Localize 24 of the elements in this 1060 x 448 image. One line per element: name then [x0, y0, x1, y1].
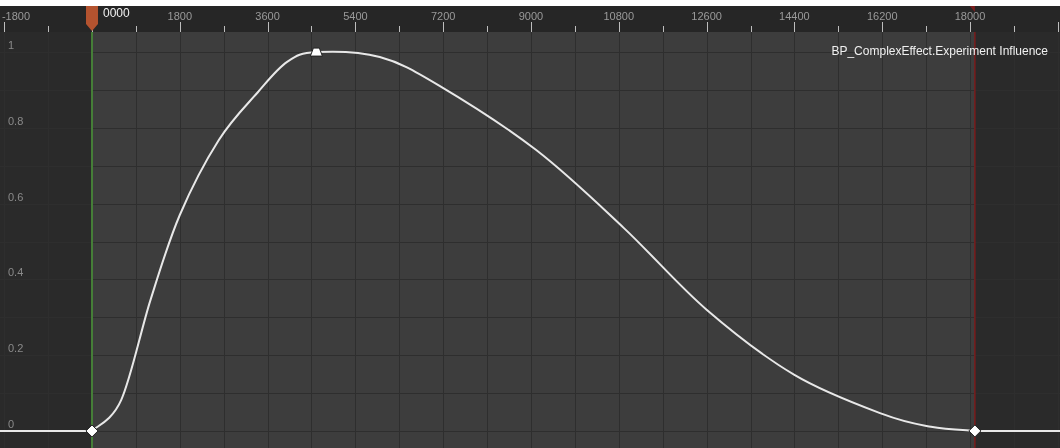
- keyframe-trapezoid-icon[interactable]: [309, 47, 323, 57]
- value-tick-label: 1: [8, 39, 15, 52]
- time-tick-label: 16200: [866, 10, 898, 22]
- time-tick-label: 10800: [603, 10, 635, 22]
- time-tick-label: 1800: [167, 10, 193, 22]
- time-tick-label: 5400: [343, 10, 368, 22]
- value-tick-label: 0.8: [8, 114, 24, 127]
- time-tick-label: -1800: [1, 10, 31, 22]
- value-tick-label: 0.2: [8, 342, 24, 355]
- keyframe-diamond-icon[interactable]: [968, 424, 982, 438]
- playhead-handle[interactable]: [86, 6, 98, 31]
- time-tick-label: 7200: [430, 10, 456, 22]
- value-tick-label: 0.6: [8, 190, 24, 203]
- value-tick-label: 0.4: [8, 266, 24, 279]
- time-tick-label: 14400: [779, 10, 810, 22]
- curve-name: BP_ComplexEffect.Experiment Influence: [831, 44, 1048, 58]
- range-start-line[interactable]: [91, 31, 93, 448]
- time-tick-label: 3600: [255, 10, 280, 22]
- keyframe-diamond-icon[interactable]: [85, 424, 99, 438]
- value-tick-label: 0: [8, 417, 15, 430]
- time-tick-label: 9000: [518, 10, 544, 22]
- playhead-time-label: 0000: [103, 6, 130, 20]
- time-tick-label: 18000: [954, 10, 986, 22]
- time-tick-label: 12600: [691, 10, 722, 22]
